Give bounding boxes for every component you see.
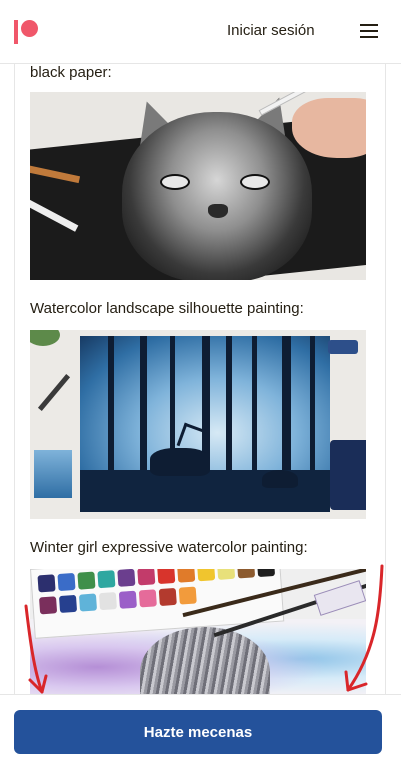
caption-winter-girl: Winter girl expressive watercolor painti… [30,539,308,556]
sticky-footer: Hazte mecenas [0,694,401,770]
patreon-logo[interactable] [14,20,38,44]
watercolor-forest-image [30,330,366,519]
become-patron-button[interactable]: Hazte mecenas [14,710,382,754]
caption-black-paper: black paper: [30,64,112,81]
hamburger-menu-icon[interactable] [360,24,378,38]
winter-girl-image [30,569,366,694]
logo-dot [21,20,38,37]
annotation-arrow-right [344,564,384,692]
cat-drawing-image [30,92,366,280]
annotation-arrow-left [24,604,48,694]
content-left-border [14,64,15,694]
caption-watercolor-landscape: Watercolor landscape silhouette painting… [30,300,304,317]
logo-bar [14,20,18,44]
top-nav: Iniciar sesión [0,0,401,64]
login-link[interactable]: Iniciar sesión [227,22,315,39]
